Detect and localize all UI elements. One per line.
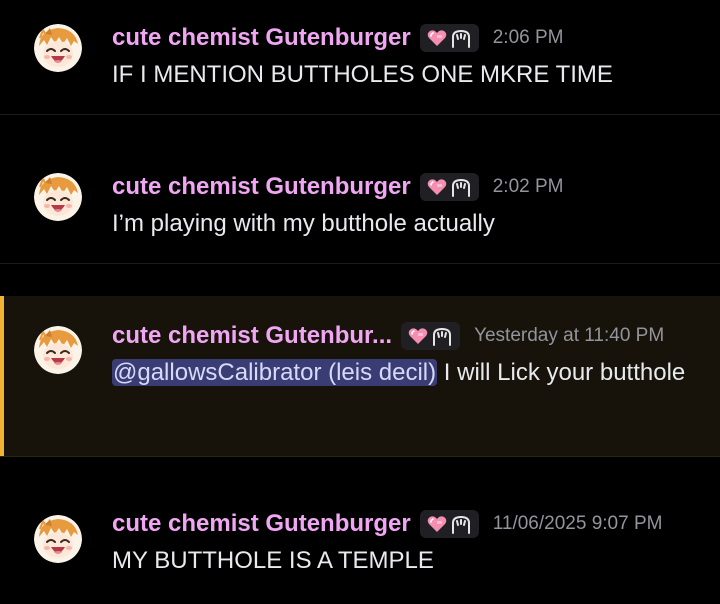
message-text: I’m playing with my butthole actually <box>112 210 495 237</box>
heart-icon <box>427 515 447 533</box>
user-mention[interactable]: @gallowsCalibrator (leis decil) <box>112 359 438 386</box>
message-header: cute chemist Gutenburger 11/06/2025 9:07… <box>112 508 662 540</box>
role-badge[interactable] <box>419 173 479 201</box>
timestamp[interactable]: Yesterday at 11:40 PM <box>474 325 664 347</box>
message-header: cute chemist Gutenburger 2:02 PM <box>112 171 564 203</box>
message-text: @gallowsCalibrator (leis decil) I will L… <box>112 354 690 392</box>
message-item[interactable]: cute chemist Gutenburger 2:06 PM IF I ME… <box>0 0 720 114</box>
message-text: IF I MENTION BUTTHOLES ONE MKRE TIME <box>112 61 613 88</box>
username[interactable]: cute chemist Gutenbur... <box>112 322 392 350</box>
message-header: cute chemist Gutenbur... Yesterday at 11… <box>112 320 664 352</box>
username[interactable]: cute chemist Gutenburger <box>112 173 411 201</box>
avatar[interactable] <box>34 326 82 374</box>
heart-icon <box>427 178 447 196</box>
message-item[interactable]: cute chemist Gutenburger 2:02 PM I’m pla… <box>0 115 720 263</box>
avatar[interactable] <box>34 24 82 72</box>
timestamp[interactable]: 2:06 PM <box>493 27 564 49</box>
message-item[interactable]: cute chemist Gutenburger 11/06/2025 9:07… <box>0 457 720 604</box>
username[interactable]: cute chemist Gutenburger <box>112 24 411 52</box>
message-header: cute chemist Gutenburger 2:06 PM <box>112 22 564 54</box>
paw-icon <box>450 514 472 534</box>
paw-icon <box>431 326 453 346</box>
timestamp[interactable]: 2:02 PM <box>493 176 564 198</box>
role-badge[interactable] <box>419 24 479 52</box>
message-item-mention[interactable]: cute chemist Gutenbur... Yesterday at 11… <box>0 296 720 456</box>
username[interactable]: cute chemist Gutenburger <box>112 510 411 538</box>
message-text-body: I will Lick your butthole <box>437 359 686 386</box>
paw-icon <box>450 28 472 48</box>
role-badge[interactable] <box>401 322 461 350</box>
paw-icon <box>450 177 472 197</box>
divider <box>0 263 720 264</box>
role-badge[interactable] <box>419 510 479 538</box>
timestamp[interactable]: 11/06/2025 9:07 PM <box>493 513 663 535</box>
message-text: MY BUTTHOLE IS A TEMPLE <box>112 547 434 574</box>
mention-highlight-bar <box>0 296 4 456</box>
avatar[interactable] <box>34 173 82 221</box>
heart-icon <box>408 327 428 345</box>
avatar[interactable] <box>34 515 82 563</box>
heart-icon <box>427 29 447 47</box>
